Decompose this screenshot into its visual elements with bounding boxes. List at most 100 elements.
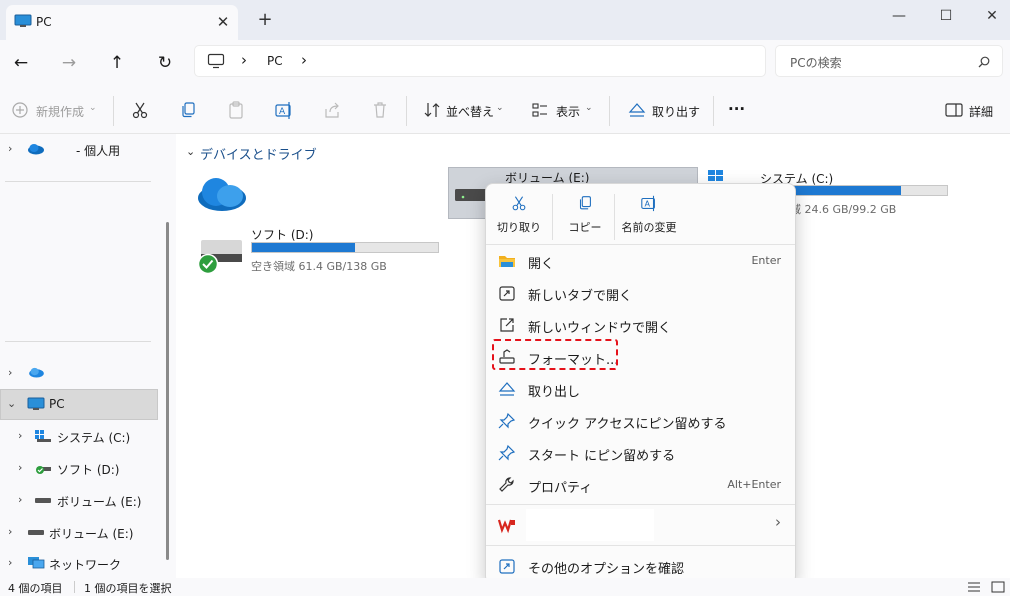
sidebar-item-label: ボリューム (E:) xyxy=(57,495,142,509)
sidebar-item-network[interactable]: › ネットワーク xyxy=(0,548,176,578)
sidebar-item-label: システム (C:) xyxy=(57,431,131,445)
menu-item-label: 開く xyxy=(528,257,555,272)
more-button[interactable]: ··· xyxy=(728,100,745,118)
sidebar-item-label: - 個人用 xyxy=(76,144,121,158)
menu-item-open-new-tab[interactable]: 新しいタブで開く xyxy=(486,277,795,309)
context-cut-label: 切り取り xyxy=(497,221,541,234)
windows-logo-icon xyxy=(708,170,723,181)
chevron-down-icon[interactable]: ⌄ xyxy=(7,397,16,410)
view-icon xyxy=(532,103,547,117)
menu-item-eject[interactable]: 取り出し xyxy=(486,373,795,405)
sidebar-item-label: ボリューム (E:) xyxy=(49,527,134,541)
drive-icon xyxy=(35,498,51,503)
chevron-down-icon[interactable]: ⌄ xyxy=(186,145,195,158)
sort-button[interactable]: 並べ替え xyxy=(446,103,494,120)
address-bar[interactable]: › PC › xyxy=(194,45,766,77)
view-button[interactable]: 表示 xyxy=(556,103,580,120)
context-cut-button[interactable]: 切り取り xyxy=(494,194,544,244)
onedrive-icon xyxy=(28,144,44,155)
close-window-button[interactable]: ✕ xyxy=(981,6,1003,26)
rename-icon[interactable]: A xyxy=(274,100,294,120)
forward-button[interactable]: → xyxy=(56,51,82,75)
menu-divider xyxy=(486,545,795,546)
sidebar-item-drive-e[interactable]: › ボリューム (E:) xyxy=(0,485,176,515)
cut-icon[interactable] xyxy=(130,100,150,120)
drive-name: ソフト (D:) xyxy=(251,228,314,242)
menu-item-pin-quick-access[interactable]: クイック アクセスにピン留めする xyxy=(486,405,795,437)
search-box[interactable]: PCの検索 xyxy=(775,45,1003,77)
status-item-count: 4 個の項目 xyxy=(8,582,63,595)
onedrive-cloud-icon[interactable] xyxy=(196,174,248,212)
chevron-right-icon[interactable]: › xyxy=(18,429,22,442)
tiles-view-icon[interactable] xyxy=(991,581,1005,593)
sidebar-item-onedrive[interactable]: › - 個人用 xyxy=(0,134,176,164)
breadcrumb-separator[interactable]: › xyxy=(241,51,247,69)
sidebar-scrollbar[interactable] xyxy=(166,222,169,560)
eject-icon xyxy=(628,103,646,117)
up-button[interactable]: ↑ xyxy=(104,51,130,75)
minimize-button[interactable]: — xyxy=(888,6,910,26)
chevron-right-icon[interactable]: › xyxy=(18,461,22,474)
paste-icon[interactable] xyxy=(226,100,246,120)
section-title[interactable]: デバイスとドライブ xyxy=(200,144,317,163)
view-dropdown-icon[interactable]: ⌄ xyxy=(585,103,593,113)
chevron-right-icon[interactable]: › xyxy=(8,142,12,155)
menu-item-label: 新しいタブで開く xyxy=(528,289,633,304)
monitor-outline-icon xyxy=(207,53,225,69)
drive-usage-bar xyxy=(251,242,439,253)
menu-divider xyxy=(486,504,795,505)
sidebar-item-label: PC xyxy=(49,397,65,411)
menu-item-shortcut: Enter xyxy=(751,254,781,267)
share-icon[interactable] xyxy=(322,100,342,120)
copy-icon xyxy=(579,196,591,210)
maximize-button[interactable]: ☐ xyxy=(935,6,957,26)
context-copy-button[interactable]: コピー xyxy=(560,194,610,244)
delete-icon[interactable] xyxy=(370,100,390,120)
separator xyxy=(713,96,714,126)
monitor-icon xyxy=(27,397,45,410)
command-bar xyxy=(0,86,1010,134)
breadcrumb-pc[interactable]: PC xyxy=(267,54,283,68)
chevron-right-icon[interactable]: › xyxy=(8,525,12,538)
status-separator xyxy=(74,581,75,593)
sort-dropdown-icon[interactable]: ⌄ xyxy=(496,103,504,113)
refresh-button[interactable]: ↻ xyxy=(152,51,178,75)
sidebar-item-drive-e-root[interactable]: › ボリューム (E:) xyxy=(0,517,176,547)
tab-pc[interactable]: PC ✕ xyxy=(6,5,238,40)
separator xyxy=(614,194,615,240)
back-button[interactable]: ← xyxy=(8,51,34,75)
menu-item-pin-start[interactable]: スタート にピン留めする xyxy=(486,437,795,469)
context-copy-label: コピー xyxy=(568,221,602,234)
details-view-icon[interactable] xyxy=(967,581,981,593)
new-button[interactable]: 新規作成 xyxy=(36,103,84,120)
separator xyxy=(113,96,114,126)
menu-item-wps[interactable]: › xyxy=(486,509,795,541)
breadcrumb-trailing-chevron[interactable]: › xyxy=(301,51,307,69)
sidebar-item-label: ソフト (D:) xyxy=(57,463,120,477)
chevron-right-icon[interactable]: › xyxy=(8,366,12,379)
search-placeholder: PCの検索 xyxy=(790,56,842,70)
rename-icon: A xyxy=(641,195,655,212)
open-in-new-window-icon xyxy=(500,318,514,332)
menu-item-open[interactable]: 開く Enter xyxy=(486,245,795,277)
menu-item-properties[interactable]: プロパティ Alt+Enter xyxy=(486,469,795,501)
chevron-right-icon[interactable]: › xyxy=(8,556,12,569)
sidebar-item-pc[interactable]: ⌄ PC xyxy=(0,389,176,419)
sidebar-item-onedrive-2[interactable]: › xyxy=(0,358,176,388)
context-rename-button[interactable]: A 名前の変更 xyxy=(618,194,680,244)
new-tab-button[interactable]: + xyxy=(254,10,276,32)
sidebar-item-drive-d[interactable]: › ソフト (D:) xyxy=(0,453,176,483)
chevron-right-icon[interactable]: › xyxy=(18,493,22,506)
drive-tile-d[interactable]: ソフト (D:) 空き領域 61.4 GB/138 GB xyxy=(196,222,446,274)
copy-icon[interactable] xyxy=(178,100,198,120)
context-menu: 切り取り コピー A 名前の変更 開く Enter 新しいタブで開く 新しいウィ… xyxy=(485,183,796,584)
new-dropdown-icon[interactable]: ⌄ xyxy=(89,103,97,113)
network-icon xyxy=(28,557,45,569)
sidebar-item-drive-c[interactable]: › システム (C:) xyxy=(0,421,176,451)
system-drive-icon xyxy=(35,430,51,442)
details-button[interactable]: 詳細 xyxy=(969,103,993,120)
close-tab-icon[interactable]: ✕ xyxy=(214,13,232,31)
eject-button[interactable]: 取り出す xyxy=(652,103,700,120)
eject-icon xyxy=(498,382,516,396)
menu-item-open-new-window[interactable]: 新しいウィンドウで開く xyxy=(486,309,795,341)
